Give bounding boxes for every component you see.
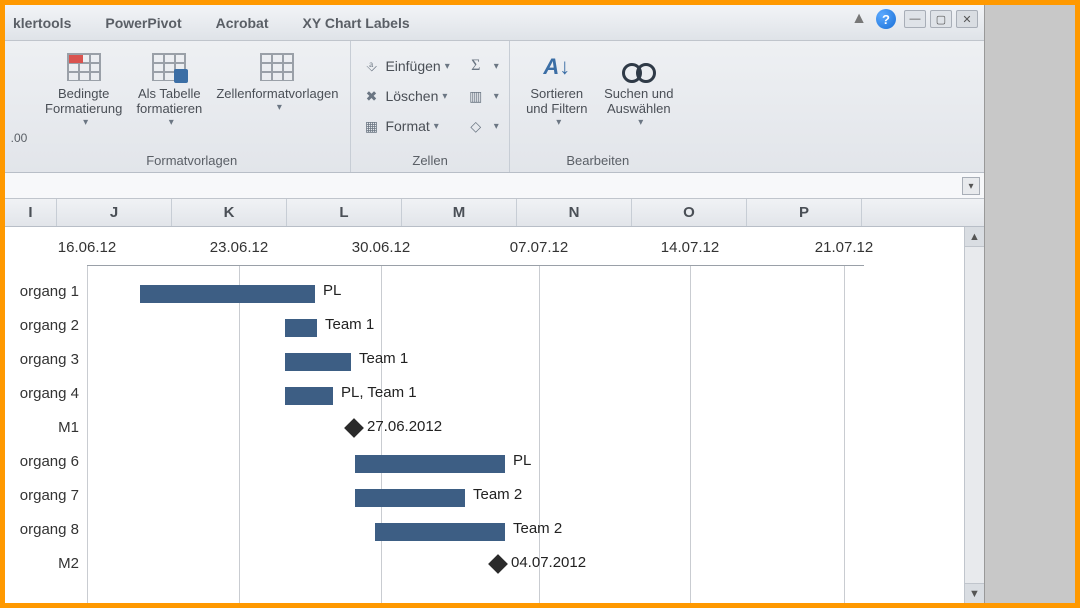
format-cells-button[interactable]: ▦ Format▾: [357, 113, 453, 139]
gridline: [239, 265, 240, 603]
conditional-formatting-icon: [67, 53, 101, 81]
task-name: organg 7: [5, 487, 83, 504]
date-axis-label: 14.07.12: [661, 239, 719, 256]
scroll-up-icon[interactable]: ▲: [965, 227, 984, 247]
date-axis-label: 07.07.12: [510, 239, 568, 256]
fill-button[interactable]: ▥▾: [462, 83, 503, 109]
column-headers: IJKLMNOP: [5, 199, 984, 227]
gantt-bar: [355, 455, 505, 473]
column-header-I[interactable]: I: [5, 199, 57, 226]
conditional-formatting-button[interactable]: Bedingte Formatierung ▾: [39, 45, 128, 132]
bar-label: PL, Team 1: [341, 384, 417, 401]
gantt-bar: [285, 319, 317, 337]
task-name: organg 1: [5, 283, 83, 300]
insert-icon: ⎀: [361, 58, 381, 75]
task-name: organg 3: [5, 351, 83, 368]
tab-powerpivot[interactable]: PowerPivot: [105, 15, 181, 31]
vertical-scrollbar[interactable]: ▲ ▼: [964, 227, 984, 603]
close-button[interactable]: ✕: [956, 10, 978, 28]
formula-bar[interactable]: ▾: [5, 173, 984, 199]
task-name: organg 6: [5, 453, 83, 470]
clear-button[interactable]: ◇▾: [462, 113, 503, 139]
gridline: [844, 265, 845, 603]
task-name: organg 8: [5, 521, 83, 538]
cell-styles-button[interactable]: Zellenformatvorlagen ▾: [210, 45, 344, 117]
bar-label: Team 2: [513, 520, 562, 537]
task-name: organg 4: [5, 385, 83, 402]
gantt-chart: 16.06.12 23.06.12 30.06.12 07.07.12 14.07.12…: [5, 227, 964, 603]
group-zellen: ⎀ Einfügen▾ ✖ Löschen▾ ▦ Format▾: [351, 41, 509, 172]
table-icon: [152, 53, 186, 81]
format-as-table-button[interactable]: Als Tabelle formatieren ▾: [128, 45, 210, 132]
gridline: [690, 265, 691, 603]
tab-xychartlabels[interactable]: XY Chart Labels: [303, 15, 410, 31]
worksheet-grid[interactable]: 16.06.12 23.06.12 30.06.12 07.07.12 14.07.12…: [5, 227, 984, 603]
restore-button[interactable]: ▢: [930, 10, 952, 28]
gantt-bar: [355, 489, 465, 507]
autosum-button[interactable]: Σ▾: [462, 53, 503, 79]
column-header-N[interactable]: N: [517, 199, 632, 226]
bar-label: Team 1: [325, 316, 374, 333]
gantt-bar: [285, 353, 351, 371]
column-header-O[interactable]: O: [632, 199, 747, 226]
format-icon: ▦: [361, 118, 381, 135]
milestone-diamond-icon: [488, 554, 508, 574]
formula-bar-expand-icon[interactable]: ▾: [962, 177, 980, 195]
delete-cells-button[interactable]: ✖ Löschen▾: [357, 83, 453, 109]
bar-label: Team 1: [359, 350, 408, 367]
milestone-diamond-icon: [344, 418, 364, 438]
axis-line: [87, 265, 864, 266]
scroll-down-icon[interactable]: ▼: [965, 583, 984, 603]
task-name: organg 2: [5, 317, 83, 334]
tab-tools[interactable]: klertools: [13, 15, 71, 31]
clear-icon: ◇: [466, 118, 486, 135]
bar-label: Team 2: [473, 486, 522, 503]
gantt-bar: [140, 285, 315, 303]
group-title-bearbeiten: Bearbeiten: [566, 151, 629, 172]
milestone-label: 27.06.2012: [367, 418, 442, 435]
sort-filter-button[interactable]: A↓ Sortieren und Filtern ▾: [516, 45, 598, 132]
ribbon-collapse-icon[interactable]: ▲: [850, 10, 868, 28]
date-axis-label: 23.06.12: [210, 239, 268, 256]
group-title-formatvorlagen: Formatvorlagen: [146, 151, 237, 172]
delete-icon: ✖: [361, 88, 381, 105]
sigma-icon: Σ: [466, 57, 486, 75]
help-icon[interactable]: ?: [876, 9, 896, 29]
date-axis-label: 16.06.12: [58, 239, 116, 256]
milestone-label: 04.07.2012: [511, 554, 586, 571]
column-header-L[interactable]: L: [287, 199, 402, 226]
column-header-M[interactable]: M: [402, 199, 517, 226]
group-formatvorlagen: Bedingte Formatierung ▾ Als Tabelle form…: [33, 41, 351, 172]
bar-label: PL: [323, 282, 341, 299]
excel-window: klertools PowerPivot Acrobat XY Chart La…: [5, 5, 985, 603]
cell-styles-icon: [260, 53, 294, 81]
column-header-J[interactable]: J: [57, 199, 172, 226]
insert-cells-button[interactable]: ⎀ Einfügen▾: [357, 53, 453, 79]
sort-icon: A↓: [543, 54, 570, 80]
group-bearbeiten: A↓ Sortieren und Filtern ▾ Suchen und Au…: [510, 41, 686, 172]
column-header-P[interactable]: P: [747, 199, 862, 226]
group-title-zellen: Zellen: [412, 151, 447, 172]
tab-acrobat[interactable]: Acrobat: [216, 15, 269, 31]
gantt-bar: [375, 523, 505, 541]
task-name: M2: [5, 555, 83, 572]
column-header-K[interactable]: K: [172, 199, 287, 226]
gridline: [87, 265, 88, 603]
fill-icon: ▥: [466, 88, 486, 105]
gantt-bar: [285, 387, 333, 405]
ribbon: .00 Bedingte Formatierung ▾ Als Tabelle …: [5, 41, 984, 173]
date-axis-label: 21.07.12: [815, 239, 873, 256]
date-axis-label: 30.06.12: [352, 239, 410, 256]
binoculars-icon: [622, 53, 656, 81]
minimize-button[interactable]: —: [904, 10, 926, 28]
bar-label: PL: [513, 452, 531, 469]
find-select-button[interactable]: Suchen und Auswählen ▾: [598, 45, 680, 132]
task-name: M1: [5, 419, 83, 436]
number-format-stub: .00: [5, 41, 33, 172]
ribbon-tabs: klertools PowerPivot Acrobat XY Chart La…: [5, 5, 984, 41]
gridline: [539, 265, 540, 603]
